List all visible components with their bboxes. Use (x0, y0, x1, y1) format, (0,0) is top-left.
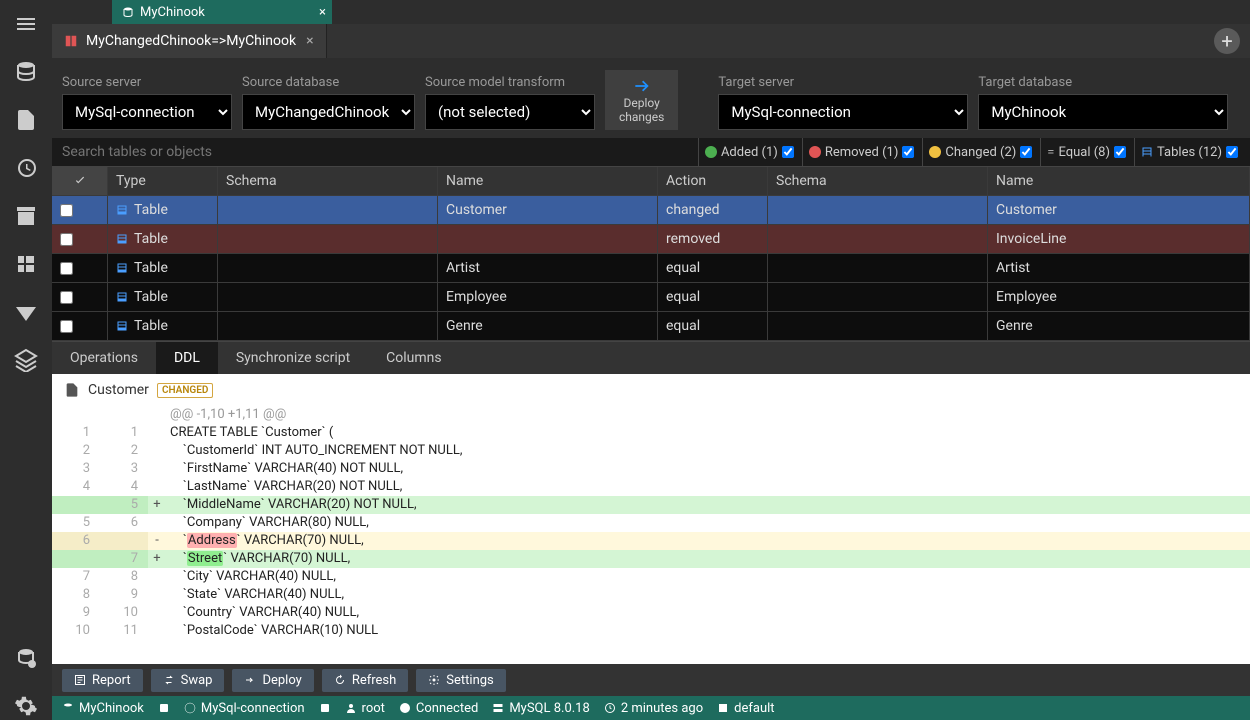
col-action: Action (658, 167, 768, 195)
status-server-icon (319, 702, 331, 714)
filter-added[interactable]: Added (1) (698, 138, 800, 166)
deploy-changes-button[interactable]: Deploy changes (605, 70, 678, 130)
settings-button[interactable]: Settings (416, 669, 505, 692)
filter-tables[interactable]: Tables (12) (1134, 138, 1244, 166)
content-tab[interactable]: MyChangedChinook=>MyChinook × (52, 24, 327, 58)
diff-line: 1011 `PostalCode` VARCHAR(10) NULL (52, 622, 1250, 640)
table-row[interactable]: TableArtistequalArtist (52, 254, 1250, 283)
row-checkbox[interactable] (60, 262, 73, 275)
db-status-icon[interactable] (12, 644, 40, 672)
status-bar: MyChinook MySql-connection root Connecte… (52, 696, 1250, 720)
col-type: Type (108, 167, 218, 195)
source-db-label: Source database (242, 75, 415, 90)
row-checkbox[interactable] (60, 320, 73, 333)
row-checkbox[interactable] (60, 233, 73, 246)
close-icon[interactable]: × (306, 33, 313, 49)
diff-line: 910 `Country` VARCHAR(40) NULL, (52, 604, 1250, 622)
report-button[interactable]: Report (62, 669, 143, 692)
diff-viewer[interactable]: @@ -1,10 +1,11 @@11CREATE TABLE `Custome… (52, 406, 1250, 664)
layers-icon[interactable] (12, 346, 40, 374)
file-icon[interactable] (12, 106, 40, 134)
status-server: MySQL 8.0.18 (492, 701, 589, 716)
diff-line: 44 `LastName` VARCHAR(20) NOT NULL, (52, 478, 1250, 496)
select-all-checkbox[interactable] (52, 167, 108, 195)
add-tab-button[interactable]: + (1214, 28, 1240, 54)
diff-line: 7+ `Street` VARCHAR(70) NULL, (52, 550, 1250, 568)
tab-columns[interactable]: Columns (368, 342, 459, 374)
detail-tabs: Operations DDL Synchronize script Column… (52, 341, 1250, 374)
refresh-button[interactable]: Refresh (322, 669, 408, 692)
col-schema2: Schema (768, 167, 988, 195)
table-row[interactable]: TableCustomerchangedCustomer (52, 196, 1250, 225)
filter-icon[interactable] (12, 298, 40, 326)
col-name2: Name (988, 167, 1250, 195)
col-schema: Schema (218, 167, 438, 195)
search-input[interactable] (52, 138, 692, 166)
source-db-select[interactable]: MyChangedChinook (242, 94, 415, 130)
diff-header: Customer CHANGED (52, 374, 1250, 406)
target-server-label: Target server (718, 75, 968, 90)
database-icon[interactable] (12, 58, 40, 86)
comparison-table: Type Schema Name Action Schema Name Tabl… (52, 166, 1250, 341)
table-row[interactable]: TableremovedInvoiceLine (52, 225, 1250, 254)
tab-operations[interactable]: Operations (52, 342, 156, 374)
swap-button[interactable]: Swap (151, 669, 225, 692)
plugin-icon[interactable] (12, 250, 40, 278)
target-server-select[interactable]: MySql-connection (718, 94, 968, 130)
close-icon[interactable]: × (319, 5, 326, 20)
filter-equal[interactable]: =Equal (8) (1040, 138, 1132, 166)
diff-line: 89 `State` VARCHAR(40) NULL, (52, 586, 1250, 604)
pinned-tab[interactable]: MyChinook × (112, 0, 332, 24)
status-state: Connected (399, 701, 478, 716)
pinned-tab-label: MyChinook (140, 5, 205, 20)
status-default: default (717, 701, 774, 716)
target-db-select[interactable]: MyChinook (978, 94, 1228, 130)
tab-ddl[interactable]: DDL (156, 342, 218, 374)
diff-line: 6- `Address` VARCHAR(70) NULL, (52, 532, 1250, 550)
content-tab-label: MyChangedChinook=>MyChinook (86, 33, 296, 49)
status-connection: MySql-connection (184, 701, 305, 716)
table-row[interactable]: TableEmployeeequalEmployee (52, 283, 1250, 312)
menu-icon[interactable] (12, 10, 40, 38)
diff-line: 33 `FirstName` VARCHAR(40) NOT NULL, (52, 460, 1250, 478)
arrow-right-icon (631, 76, 653, 96)
archive-icon[interactable] (12, 202, 40, 230)
diff-title: Customer (88, 382, 149, 398)
status-conn-icon (158, 702, 170, 714)
col-name: Name (438, 167, 658, 195)
status-user: root (345, 701, 385, 716)
filter-removed[interactable]: Removed (1) (802, 138, 921, 166)
tab-sync-script[interactable]: Synchronize script (218, 342, 368, 374)
history-icon[interactable] (12, 154, 40, 182)
diff-line: 78 `City` VARCHAR(40) NULL, (52, 568, 1250, 586)
settings-icon[interactable] (12, 692, 40, 720)
file-icon (64, 382, 80, 398)
status-time: 2 minutes ago (604, 701, 703, 716)
toolbar: Source server MySql-connection Source da… (52, 58, 1250, 138)
diff-line: 5+ `MiddleName` VARCHAR(20) NOT NULL, (52, 496, 1250, 514)
diff-line: @@ -1,10 +1,11 @@ (52, 406, 1250, 424)
target-db-label: Target database (978, 75, 1228, 90)
diff-line: 11CREATE TABLE `Customer` ( (52, 424, 1250, 442)
database-icon (122, 6, 134, 18)
changed-badge: CHANGED (157, 383, 213, 398)
row-checkbox[interactable] (60, 204, 73, 217)
filter-changed[interactable]: Changed (2) (922, 138, 1038, 166)
source-transform-select[interactable]: (not selected) (425, 94, 595, 130)
source-transform-label: Source model transform (425, 75, 595, 90)
status-db: MyChinook (62, 701, 144, 716)
source-server-label: Source server (62, 75, 232, 90)
compare-icon (64, 34, 78, 48)
deploy-button[interactable]: Deploy (232, 669, 313, 692)
table-row[interactable]: TableGenreequalGenre (52, 312, 1250, 341)
row-checkbox[interactable] (60, 291, 73, 304)
left-sidebar (0, 0, 52, 720)
diff-line: 22 `CustomerId` INT AUTO_INCREMENT NOT N… (52, 442, 1250, 460)
filter-chips: Added (1) Removed (1) Changed (2) =Equal… (692, 138, 1250, 166)
action-bar: Report Swap Deploy Refresh Settings (52, 664, 1250, 696)
source-server-select[interactable]: MySql-connection (62, 94, 232, 130)
diff-line: 56 `Company` VARCHAR(80) NULL, (52, 514, 1250, 532)
